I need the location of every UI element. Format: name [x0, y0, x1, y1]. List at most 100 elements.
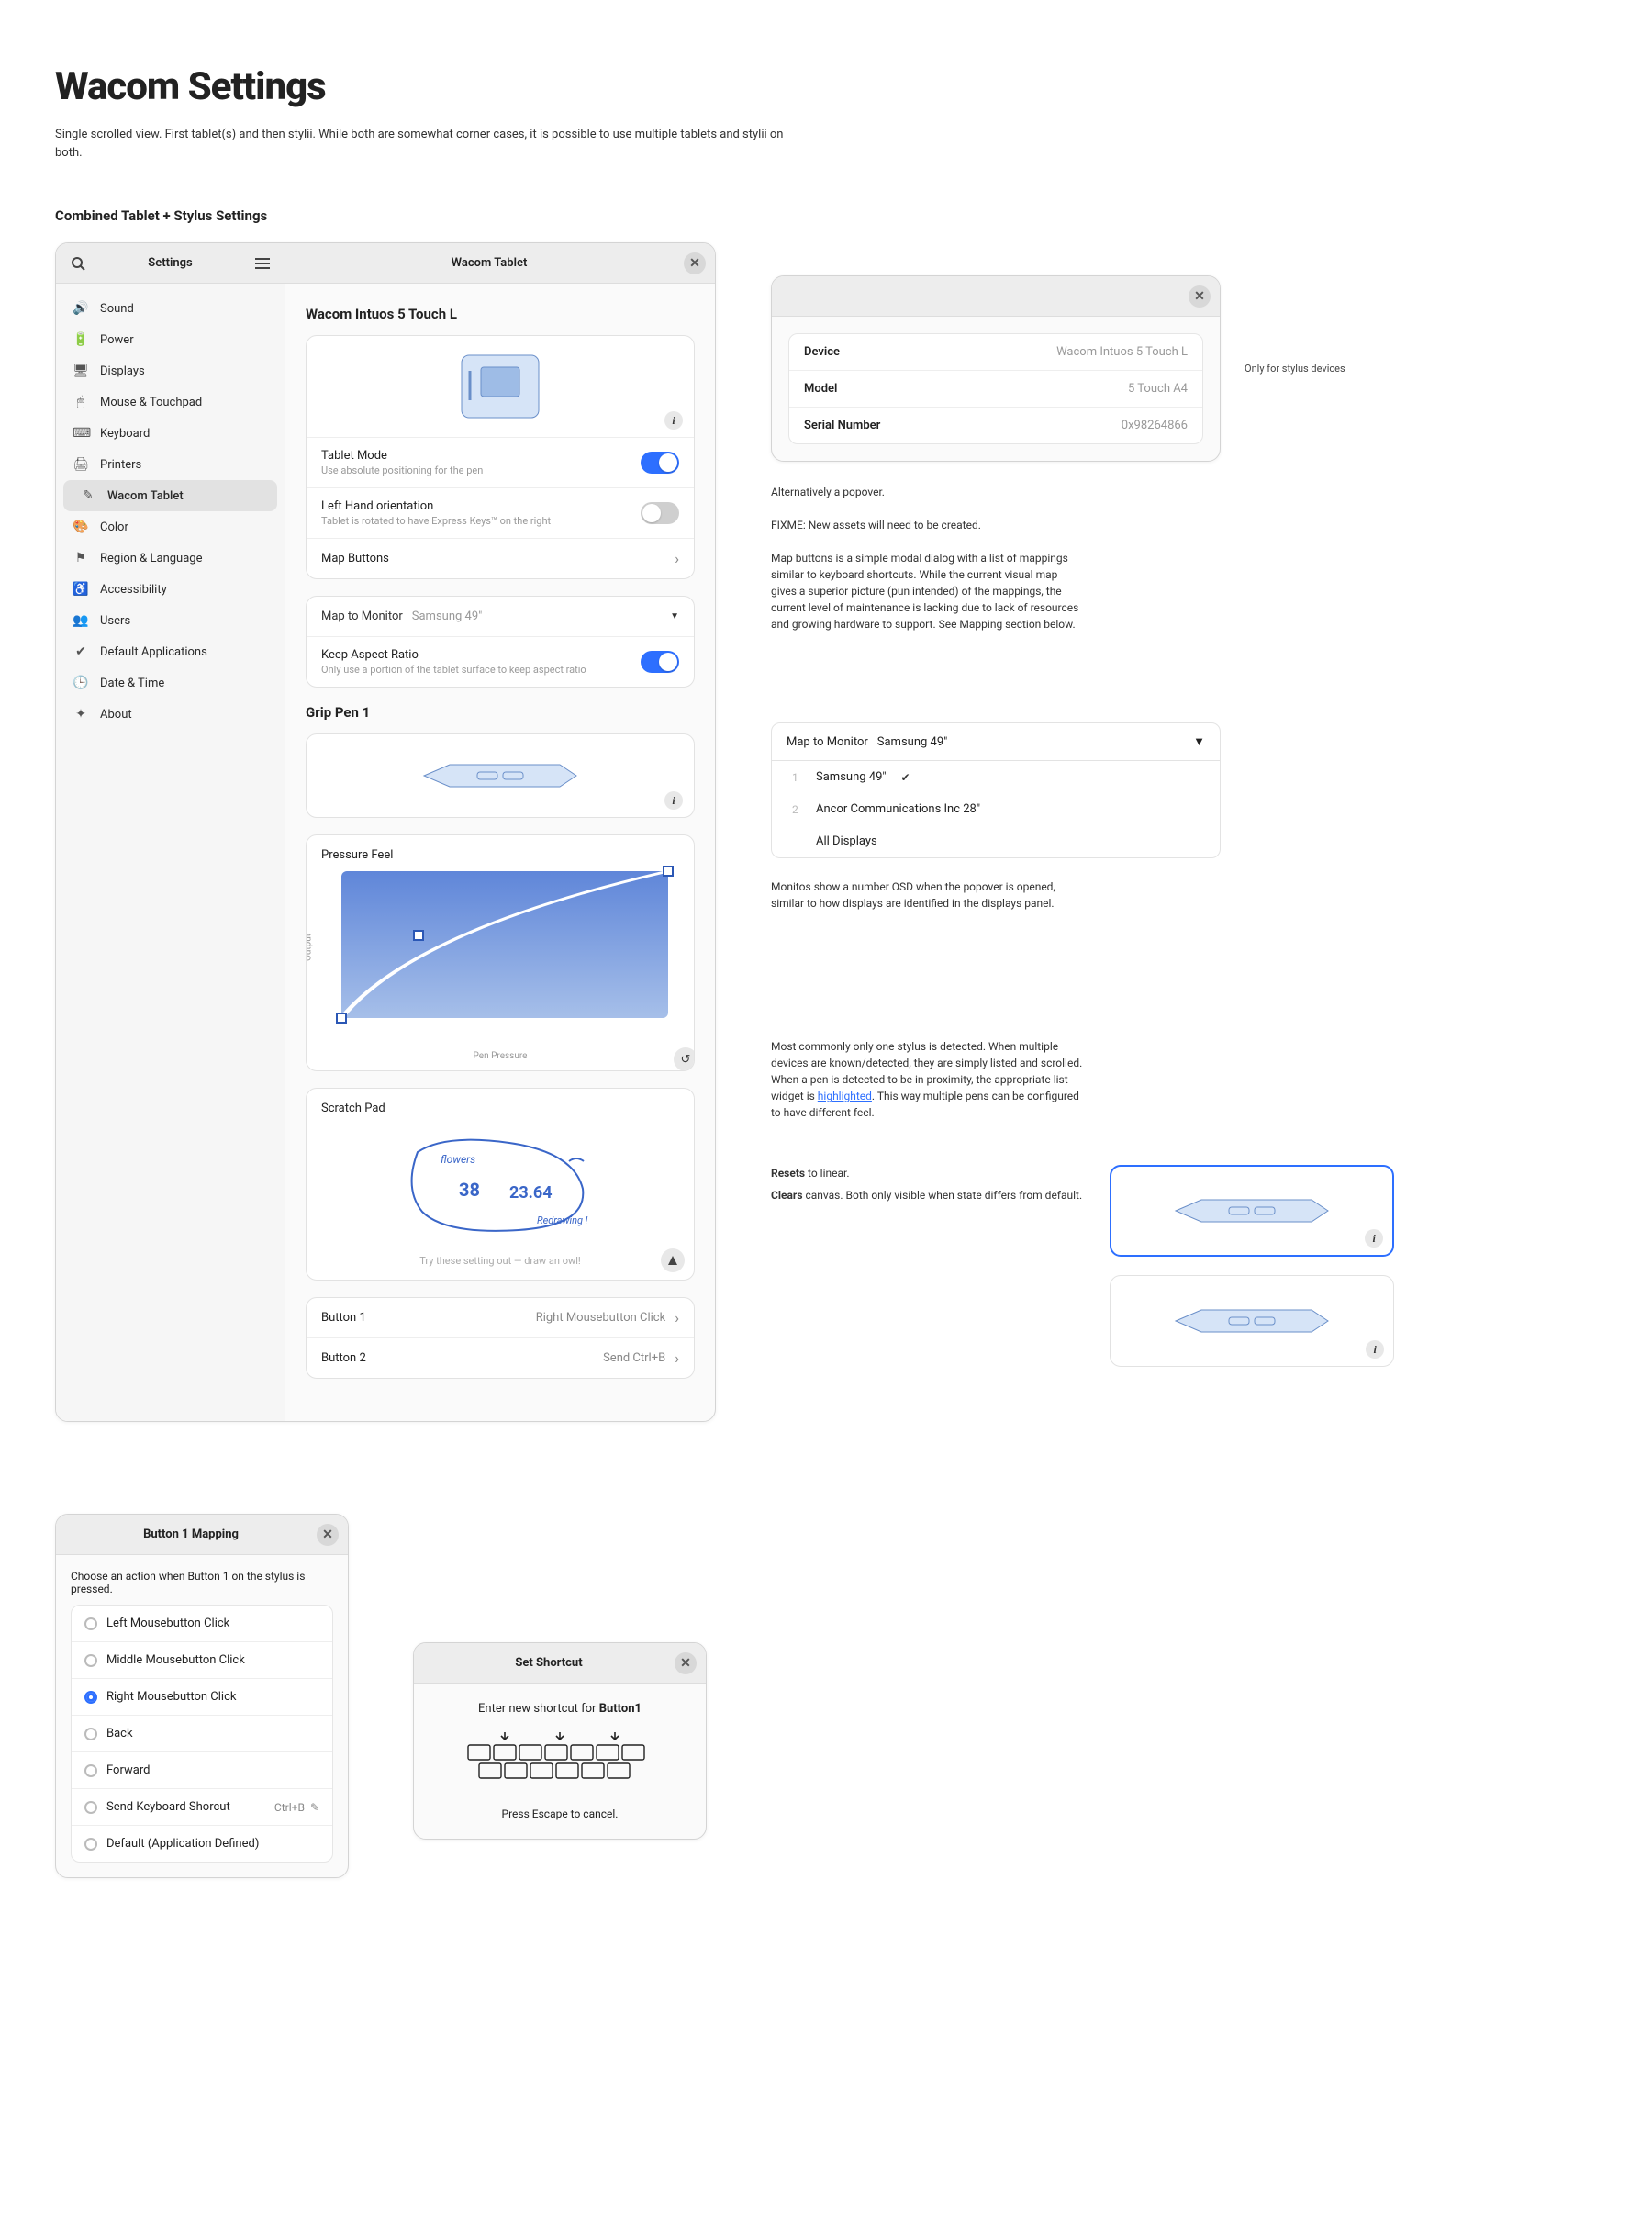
section-heading: Combined Tablet + Stylus Settings	[55, 207, 1597, 224]
sidebar-item-label: Default Applications	[100, 645, 207, 659]
monitor-option-number: 1	[792, 771, 805, 784]
mapping-option[interactable]: Send Keyboard ShorcutCtrl+B✎	[72, 1788, 332, 1825]
close-icon[interactable]: ✕	[317, 1524, 339, 1546]
monitor-option[interactable]: All Displays	[772, 825, 1220, 857]
radio-icon	[84, 1801, 97, 1814]
close-icon[interactable]: ✕	[684, 252, 706, 274]
pen-list-item[interactable]: i	[1110, 1275, 1394, 1367]
edit-icon[interactable]: ✎	[310, 1801, 319, 1814]
scratch-hint: Try these setting out — draw an owl!	[307, 1249, 694, 1280]
keep-aspect-toggle[interactable]	[641, 651, 679, 673]
mapping-option[interactable]: Right Mousebutton Click	[72, 1678, 332, 1715]
sidebar-item-keyboard[interactable]: ⌨Keyboard	[56, 418, 285, 449]
sidebar-item-label: Color	[100, 520, 128, 534]
pen-button-1-value: Right Mousebutton Click	[536, 1311, 665, 1325]
settings-sidebar: Settings 🔊Sound 🔋 Power 🖥Displays🖱Mouse & T…	[56, 243, 285, 1421]
sidebar-item-label: Mouse & Touchpad	[100, 396, 202, 409]
mapping-option[interactable]: Default (Application Defined)	[72, 1825, 332, 1862]
monitor-option[interactable]: 1Samsung 49"✔	[772, 761, 1220, 793]
sidebar-item-users[interactable]: 👥Users	[56, 605, 285, 636]
curve-mid-handle[interactable]	[413, 930, 424, 941]
device-row-model: Model 5 Touch A4	[789, 370, 1202, 407]
sidebar-item-default-applications[interactable]: ✔Default Applications	[56, 636, 285, 667]
pen-button-2-value: Send Ctrl+B	[603, 1351, 665, 1365]
sidebar-item-sound[interactable]: 🔊Sound	[56, 293, 285, 324]
mapping-modal-title: Button 1 Mapping	[143, 1527, 239, 1541]
model-key: Model	[804, 382, 1128, 396]
left-hand-row: Left Hand orientation Tablet is rotated …	[307, 487, 694, 538]
sidebar-item-power[interactable]: 🔋 Power	[56, 324, 285, 355]
pressure-title: Pressure Feel	[307, 835, 694, 862]
annotation-monitor-osd: Monitos show a number OSD when the popov…	[771, 878, 1083, 912]
device-row-serial: Serial Number 0x98264866	[789, 407, 1202, 443]
settings-content: Wacom Tablet ✕ Wacom Intuos 5 Touch L i	[285, 243, 715, 1421]
sidebar-item-accessibility[interactable]: ♿ Accessibility	[56, 574, 285, 605]
pen-list-item-active[interactable]: i	[1110, 1165, 1394, 1257]
left-hand-toggle[interactable]	[641, 502, 679, 524]
info-icon[interactable]: i	[1365, 1229, 1383, 1248]
printers-icon: 🖨	[73, 457, 89, 472]
sidebar-item-displays[interactable]: 🖥Displays	[56, 355, 285, 386]
tablet-name-heading: Wacom Intuos 5 Touch L	[306, 306, 695, 322]
sidebar-item-printers[interactable]: 🖨Printers	[56, 449, 285, 480]
sidebar-item-wacom-tablet[interactable]: ✎Wacom Tablet	[63, 480, 277, 511]
sidebar-item-date-time[interactable]: 🕒Date & Time	[56, 667, 285, 699]
pressure-curve[interactable]	[341, 871, 668, 1018]
sidebar-item-region-language[interactable]: ⚑Region & Language	[56, 543, 285, 574]
hamburger-icon[interactable]	[250, 251, 275, 276]
reset-curve-button[interactable]: ↺	[674, 1047, 695, 1071]
search-icon[interactable]	[65, 251, 91, 276]
highlighted-link[interactable]: highlighted	[818, 1090, 872, 1102]
mapping-option[interactable]: Forward	[72, 1751, 332, 1788]
mapping-option-label: Forward	[106, 1763, 150, 1777]
pen-buttons-card: Button 1 Right Mousebutton Click › Butto…	[306, 1297, 695, 1379]
settings-window: Settings 🔊Sound 🔋 Power 🖥Displays🖱Mouse & T…	[55, 242, 716, 1422]
power-icon: 🔋	[73, 332, 89, 347]
curve-end-handle[interactable]	[663, 866, 674, 877]
tablet-card: i Tablet Mode Use absolute positioning f…	[306, 335, 695, 579]
pen-button-1-label: Button 1	[321, 1311, 536, 1325]
set-shortcut-modal: Set Shortcut ✕ Enter new shortcut for Bu…	[413, 1642, 707, 1840]
info-icon[interactable]: i	[1366, 1340, 1384, 1359]
pen-button-1-row[interactable]: Button 1 Right Mousebutton Click ›	[307, 1298, 694, 1337]
left-hand-sub: Tablet is rotated to have Express Keys™ …	[321, 515, 641, 527]
caret-down-icon: ▼	[1193, 734, 1205, 749]
svg-text:Redrawing !: Redrawing !	[537, 1214, 588, 1226]
page-intro: Single scrolled view. First tablet(s) an…	[55, 126, 808, 162]
sidebar-item-label: Power	[100, 333, 134, 347]
mapping-option[interactable]: Back	[72, 1715, 332, 1751]
curve-start-handle[interactable]	[336, 1013, 347, 1024]
sidebar-item-color[interactable]: 🎨 Color	[56, 511, 285, 543]
tablet-illustration: i	[307, 336, 694, 437]
svg-text:38: 38	[459, 1179, 480, 1201]
map-monitor-dropdown[interactable]: Map to Monitor Samsung 49" ▼	[307, 597, 694, 636]
info-icon[interactable]: i	[664, 791, 683, 810]
mapping-option[interactable]: Left Mousebutton Click	[72, 1606, 332, 1641]
mapping-option-label: Send Keyboard Shorcut	[106, 1800, 230, 1814]
monitor-option[interactable]: 2Ancor Communications Inc 28"	[772, 793, 1220, 825]
chevron-right-icon: ›	[675, 550, 679, 567]
color-icon: 🎨	[73, 520, 89, 534]
map-buttons-row[interactable]: Map Buttons ›	[307, 538, 694, 578]
pressure-card: Pressure Feel Output ↺ Pen	[306, 834, 695, 1071]
clear-canvas-button[interactable]	[661, 1248, 685, 1272]
pen-button-2-row[interactable]: Button 2 Send Ctrl+B ›	[307, 1337, 694, 1378]
region-language-icon: ⚑	[73, 551, 89, 565]
mapping-options-list: Left Mousebutton ClickMiddle Mousebutton…	[71, 1605, 333, 1863]
sidebar-header: Settings	[56, 243, 285, 284]
sidebar-item-mouse-touchpad[interactable]: 🖱Mouse & Touchpad	[56, 386, 285, 418]
scratch-canvas[interactable]: flowers 38 23.64 Redrawing !	[319, 1125, 681, 1244]
caret-down-icon: ▼	[670, 611, 679, 621]
sidebar-list: 🔊Sound 🔋 Power 🖥Displays🖱Mouse & Touchpad⌨K…	[56, 284, 285, 739]
sidebar-item-about[interactable]: ✦About	[56, 699, 285, 730]
info-icon[interactable]: i	[664, 411, 683, 430]
tablet-mode-toggle[interactable]	[641, 452, 679, 474]
close-icon[interactable]: ✕	[1189, 285, 1211, 308]
accessibility-icon: ♿	[73, 582, 89, 597]
close-icon[interactable]: ✕	[675, 1652, 697, 1674]
mapping-option[interactable]: Middle Mousebutton Click	[72, 1641, 332, 1678]
svg-text:23.64: 23.64	[509, 1183, 553, 1203]
map-popover-header[interactable]: Map to Monitor Samsung 49" ▼	[771, 722, 1221, 761]
sidebar-item-label: Accessibility	[100, 583, 167, 597]
shortcut-cancel-hint: Press Escape to cancel.	[432, 1807, 687, 1820]
